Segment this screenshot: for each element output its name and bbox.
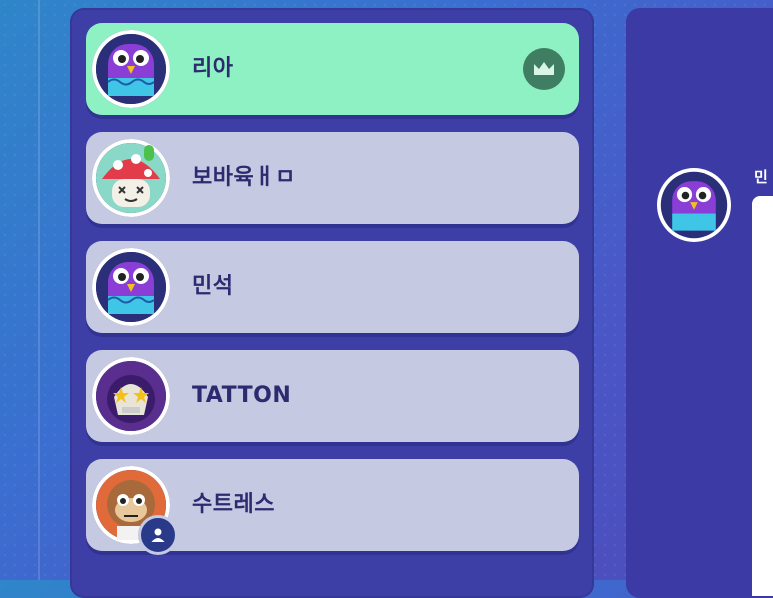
mushroom-icon — [92, 139, 170, 217]
chat-sender-name: 민 — [754, 168, 768, 186]
player-name: 보바육ㅐㅁ — [192, 165, 296, 190]
player-name: 수트레스 — [192, 492, 275, 517]
crown-icon — [523, 48, 565, 90]
chat-panel — [626, 8, 773, 598]
player-row[interactable]: 리아 — [86, 23, 579, 115]
player-name: 민석 — [192, 274, 234, 299]
player-row[interactable]: TATTON — [86, 350, 579, 442]
player-name: TATTON — [192, 383, 292, 408]
purple-bird-icon — [657, 168, 731, 242]
skull-star-glasses-icon — [92, 357, 170, 435]
player-name: 리아 — [192, 56, 234, 81]
player-row[interactable]: 보바육ㅐㅁ — [86, 132, 579, 224]
player-row[interactable]: 수트레스 — [86, 459, 579, 555]
player-row[interactable]: 민석 — [86, 241, 579, 333]
side-divider — [38, 0, 40, 580]
purple-bird-icon — [92, 248, 170, 326]
user-icon — [138, 515, 178, 555]
chat-bubble — [752, 196, 773, 596]
purple-bird-icon — [92, 30, 170, 108]
